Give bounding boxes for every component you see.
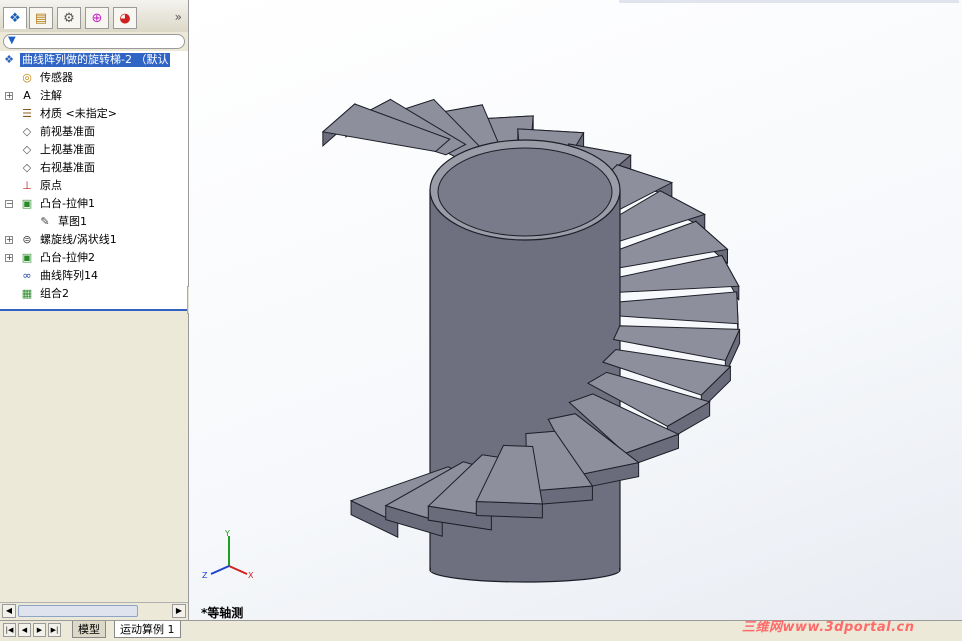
plane-icon: ◇ bbox=[22, 161, 32, 174]
crosshair-icon: ⊕ bbox=[91, 10, 103, 26]
tree-item-label: 注解 bbox=[40, 89, 62, 102]
feature-tree-icon: ❖ bbox=[9, 10, 21, 26]
first-tab-button[interactable]: |◀ bbox=[3, 623, 16, 637]
tree-item-label: 传感器 bbox=[40, 71, 73, 84]
prev-tab-button[interactable]: ◀ bbox=[18, 623, 31, 637]
configuration-icon: ⚙ bbox=[63, 10, 75, 26]
origin-icon: ⊥ bbox=[22, 179, 32, 192]
expand-tabs-button[interactable]: » bbox=[175, 10, 182, 24]
annotation-icon: A bbox=[23, 89, 31, 102]
watermark: 三维网www.3dportal.cn bbox=[742, 620, 915, 635]
tree-rollback-bar[interactable] bbox=[0, 309, 188, 311]
filter-icon: ▼ bbox=[8, 35, 16, 46]
triad-y-label: Y bbox=[224, 529, 230, 538]
last-tab-button[interactable]: ▶| bbox=[48, 623, 61, 637]
root-label: 曲线阵列做的旋转梯-2 （默认 bbox=[20, 53, 171, 67]
view-orientation-label: *等轴测 bbox=[201, 606, 244, 620]
appearance-icon: ◕ bbox=[119, 10, 131, 26]
tree-item[interactable]: ✎ 草图1 bbox=[0, 213, 188, 231]
tree-item-label: 草图1 bbox=[58, 215, 87, 228]
horizontal-scrollbar[interactable]: ◀ ▶ bbox=[0, 602, 188, 619]
expand-toggle[interactable]: + bbox=[5, 236, 13, 244]
tree-root-part[interactable]: ❖ 曲线阵列做的旋转梯-2 （默认 bbox=[0, 51, 188, 69]
plane-icon: ◇ bbox=[22, 143, 32, 156]
tree-item[interactable]: ☰ 材质 <未指定> bbox=[0, 105, 188, 123]
tree-item[interactable]: ⊥ 原点 bbox=[0, 177, 188, 195]
triad-z-label: Z bbox=[202, 571, 208, 580]
tree-item-label: 凸台-拉伸1 bbox=[40, 197, 95, 210]
extrude-icon: ▣ bbox=[21, 197, 33, 210]
helix-icon: ⊜ bbox=[22, 233, 32, 246]
tree-item-label: 组合2 bbox=[40, 287, 69, 300]
expand-toggle[interactable]: + bbox=[5, 92, 13, 100]
tree-item[interactable]: + ⊜ 螺旋线/涡状线1 bbox=[0, 231, 188, 249]
plane-icon: ◇ bbox=[22, 125, 32, 138]
graphics-area[interactable]: Y Z X *等轴测 bbox=[189, 0, 962, 620]
expand-toggle[interactable]: − bbox=[5, 200, 13, 208]
configuration-manager-tab[interactable]: ⚙ bbox=[57, 7, 81, 29]
sensor-icon: ◎ bbox=[22, 71, 32, 84]
material-icon: ☰ bbox=[22, 107, 32, 120]
tree-item-label: 前视基准面 bbox=[40, 125, 95, 138]
scroll-left-arrow[interactable]: ◀ bbox=[2, 604, 16, 618]
tree-item-label: 凸台-拉伸2 bbox=[40, 251, 95, 264]
tab-motion-study[interactable]: 运动算例 1 bbox=[114, 621, 181, 638]
dimxpert-manager-tab[interactable]: ⊕ bbox=[85, 7, 109, 29]
tree-item-label: 螺旋线/涡状线1 bbox=[40, 233, 117, 246]
tree-item-label: 上视基准面 bbox=[40, 143, 95, 156]
axis-triad: Y Z X bbox=[202, 529, 254, 580]
feature-tree: ❖ 曲线阵列做的旋转梯-2 （默认 ◎ 传感器 + A 注解 ☰ 材质 <未指定> ◇ 前视基准… bbox=[0, 51, 188, 309]
tree-item[interactable]: ◎ 传感器 bbox=[0, 69, 188, 87]
tree-filter-input[interactable]: ▼ bbox=[3, 34, 185, 49]
tab-model[interactable]: 模型 bbox=[72, 621, 106, 638]
tree-item[interactable]: + ▣ 凸台-拉伸2 bbox=[0, 249, 188, 267]
expand-toggle[interactable]: + bbox=[5, 254, 13, 262]
extrude-icon: ▣ bbox=[21, 251, 33, 264]
manager-tab-bar: ❖ ▤ ⚙ ⊕ ◕ » bbox=[0, 0, 188, 32]
feature-manager-panel: ❖ ▤ ⚙ ⊕ ◕ » ▼ ❖ 曲线阵列做的旋转梯-2 （默认 ◎ 传感器 + A 注解… bbox=[0, 0, 189, 620]
scroll-right-arrow[interactable]: ▶ bbox=[172, 604, 186, 618]
property-manager-tab[interactable]: ▤ bbox=[29, 7, 53, 29]
part-icon: ❖ bbox=[4, 53, 14, 66]
curve-pattern-icon: ∞ bbox=[22, 269, 32, 282]
tree-item-label: 右视基准面 bbox=[40, 161, 95, 174]
tree-item-label: 曲线阵列14 bbox=[40, 269, 98, 282]
tree-item[interactable]: ▦ 组合2 bbox=[0, 285, 188, 303]
tree-item[interactable]: + A 注解 bbox=[0, 87, 188, 105]
scroll-thumb[interactable] bbox=[18, 605, 138, 617]
sketch-icon: ✎ bbox=[40, 215, 50, 228]
tree-item[interactable]: − ▣ 凸台-拉伸1 bbox=[0, 195, 188, 213]
display-manager-tab[interactable]: ◕ bbox=[113, 7, 137, 29]
property-icon: ▤ bbox=[34, 10, 48, 26]
staircase-model[interactable] bbox=[189, 0, 962, 620]
triad-x-label: X bbox=[248, 571, 254, 580]
tree-item[interactable]: ◇ 右视基准面 bbox=[0, 159, 188, 177]
tree-item[interactable]: ◇ 上视基准面 bbox=[0, 141, 188, 159]
tree-item[interactable]: ◇ 前视基准面 bbox=[0, 123, 188, 141]
next-tab-button[interactable]: ▶ bbox=[33, 623, 46, 637]
feature-manager-tab[interactable]: ❖ bbox=[3, 7, 27, 29]
tree-item-label: 材质 <未指定> bbox=[40, 107, 117, 120]
combine-icon: ▦ bbox=[21, 287, 33, 300]
tree-item[interactable]: ∞ 曲线阵列14 bbox=[0, 267, 188, 285]
tree-item-label: 原点 bbox=[40, 179, 62, 192]
